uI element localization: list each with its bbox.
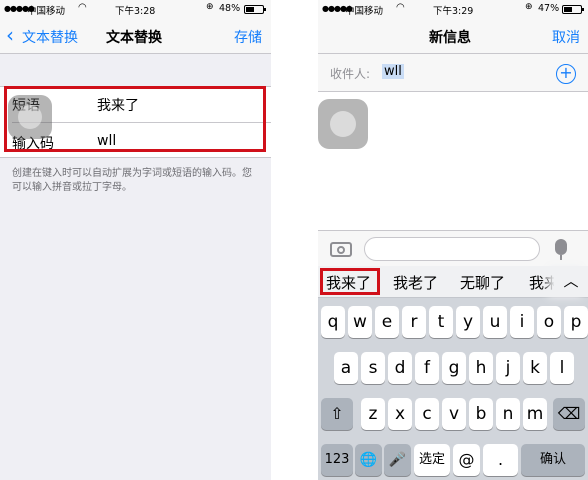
shift-key-icon[interactable]: ⇧ (321, 398, 353, 430)
nav-bar: 新信息 取消 (318, 18, 588, 54)
key-r[interactable]: r (402, 306, 426, 338)
key-z[interactable]: z (361, 398, 385, 430)
key-b[interactable]: b (469, 398, 493, 430)
key-k[interactable]: k (523, 352, 547, 384)
key-t[interactable]: t (429, 306, 453, 338)
key-n[interactable]: n (496, 398, 520, 430)
battery-percent: 48% (219, 3, 241, 14)
back-chevron-icon[interactable]: ‹ (6, 23, 14, 47)
wifi-icon: ◠ (396, 2, 405, 13)
key-q[interactable]: q (321, 306, 345, 338)
recipient-label: 收件人: (330, 67, 371, 81)
chevron-up-icon[interactable]: ︿ (554, 266, 588, 297)
key-h[interactable]: h (469, 352, 493, 384)
candidate-item[interactable]: 我老了 (393, 272, 438, 293)
camera-icon[interactable] (330, 242, 352, 257)
key-w[interactable]: w (348, 306, 372, 338)
key-c[interactable]: c (415, 398, 439, 430)
key-j[interactable]: j (496, 352, 520, 384)
at-key[interactable]: @ (453, 444, 480, 476)
nav-bar: ‹ 文本替换 文本替换 存储 (0, 18, 271, 54)
battery-percent: 47% (538, 3, 560, 14)
battery-icon (244, 5, 266, 14)
status-time: 下午3:28 (115, 6, 156, 17)
add-contact-icon[interactable]: + (556, 64, 576, 84)
key-o[interactable]: o (537, 306, 561, 338)
key-s[interactable]: s (361, 352, 385, 384)
key-y[interactable]: y (456, 306, 480, 338)
microphone-icon[interactable] (555, 239, 567, 255)
rotation-lock-icon: ⊕ (525, 2, 533, 12)
page-title: 文本替换 (106, 30, 162, 46)
key-f[interactable]: f (415, 352, 439, 384)
recipient-row: 收件人: wll + (318, 54, 588, 92)
key-e[interactable]: e (375, 306, 399, 338)
key-x[interactable]: x (388, 398, 412, 430)
numbers-key[interactable]: 123 (321, 444, 353, 476)
carrier-label: 中国移动 (345, 6, 384, 17)
select-key[interactable]: 选定 (414, 444, 450, 476)
compose-bar (318, 230, 588, 266)
keyboard: 我来了 我老了 无聊了 我来 ︿ qwertyuiopasdfghjklzxcv… (318, 266, 588, 480)
key-g[interactable]: g (442, 352, 466, 384)
cancel-button[interactable]: 取消 (552, 27, 580, 47)
save-button[interactable]: 存储 (234, 27, 262, 47)
back-button[interactable]: 文本替换 (22, 27, 78, 47)
key-m[interactable]: m (523, 398, 547, 430)
key-u[interactable]: u (483, 306, 507, 338)
assistive-touch-icon (18, 105, 42, 129)
battery-icon (562, 5, 584, 14)
message-input[interactable] (364, 237, 540, 261)
globe-icon[interactable]: 🌐 (355, 444, 382, 476)
assistive-touch-button[interactable] (318, 99, 368, 149)
key-v[interactable]: v (442, 398, 466, 430)
text-replacement-screen: ●●●●● 中国移动 ◠ 下午3:28 ⊕ 48% ‹ 文本替换 文本替换 存储… (0, 0, 271, 480)
highlight-box (320, 268, 380, 295)
recipient-input[interactable]: wll (382, 64, 404, 79)
dot-key[interactable]: . (483, 444, 518, 476)
confirm-key[interactable]: 确认 (521, 444, 585, 476)
microphone-key-icon[interactable]: 🎤 (384, 444, 411, 476)
assistive-touch-button[interactable] (8, 95, 52, 139)
key-a[interactable]: a (334, 352, 358, 384)
status-time: 下午3:29 (433, 6, 474, 17)
candidate-item[interactable]: 无聊了 (460, 272, 505, 293)
hint-text: 创建在键入时可以自动扩展为字词或短语的输入码。您可以输入拼音或拉丁字母。 (12, 168, 252, 193)
status-bar: ●●●●● 中国移动 ◠ 下午3:29 ⊕ 47% (318, 0, 588, 18)
rotation-lock-icon: ⊕ (206, 2, 214, 12)
key-p[interactable]: p (564, 306, 588, 338)
new-message-screen: ●●●●● 中国移动 ◠ 下午3:29 ⊕ 47% 新信息 取消 收件人: wl… (318, 0, 588, 480)
assistive-touch-icon (330, 111, 356, 137)
page-title: 新信息 (429, 30, 471, 46)
status-bar: ●●●●● 中国移动 ◠ 下午3:28 ⊕ 48% (0, 0, 271, 18)
key-d[interactable]: d (388, 352, 412, 384)
delete-key-icon[interactable]: ⌫ (553, 398, 585, 430)
carrier-label: 中国移动 (27, 6, 66, 17)
key-l[interactable]: l (550, 352, 574, 384)
key-i[interactable]: i (510, 306, 534, 338)
wifi-icon: ◠ (78, 2, 87, 13)
